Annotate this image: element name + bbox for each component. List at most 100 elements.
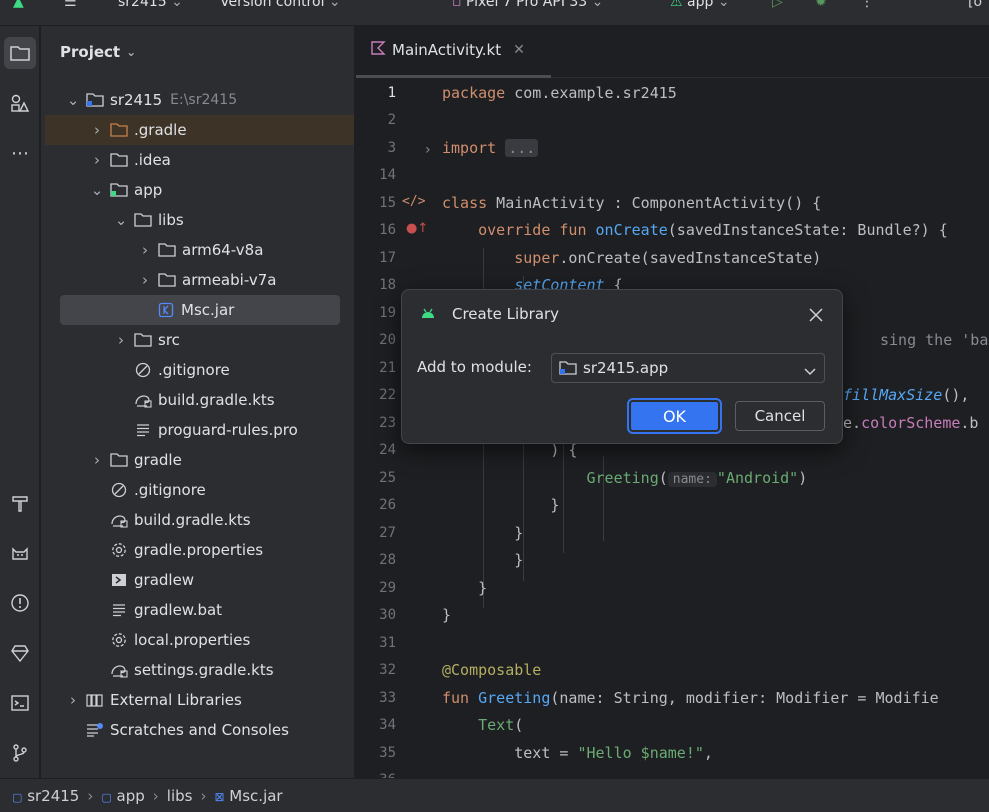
chevron-down-icon: ⌄ — [114, 211, 128, 229]
device-selector[interactable]: ▫ Pixel 7 Pro API 33 ⌄ — [452, 0, 603, 10]
fold-expand-icon[interactable]: › — [425, 142, 431, 158]
tree-item-src[interactable]: › src — [45, 325, 354, 355]
chevron-right-icon: › — [142, 241, 148, 259]
line-number: 30 — [379, 607, 396, 623]
terminal-button[interactable] — [4, 687, 36, 719]
tree-item-scratches[interactable]: Scratches and Consoles — [45, 715, 354, 745]
tree-item-root-gitignore[interactable]: .gitignore — [45, 475, 354, 505]
android-icon — [420, 306, 436, 324]
close-icon[interactable]: ✕ — [513, 42, 525, 58]
code-line-1: package com.example.sr2415 — [442, 84, 677, 102]
script-file-icon — [109, 571, 129, 589]
navigation-bar: ▢ sr2415 › ▢ app › libs › ⊠ Msc.jar — [0, 778, 989, 812]
code-line-3: import ... — [442, 139, 539, 157]
line-number: 32 — [379, 662, 396, 678]
tree-item-external-libraries[interactable]: › External Libraries — [45, 685, 354, 715]
code-line-22-fragment: fillMaxSize(), — [843, 386, 970, 404]
line-number: 14 — [379, 167, 396, 183]
settings-file-icon — [109, 541, 129, 559]
create-library-dialog: Create Library Add to module: sr2415.app… — [401, 289, 843, 444]
folded-imports[interactable]: ... — [505, 139, 539, 157]
tree-item-idea[interactable]: › .idea — [45, 145, 354, 175]
breadcrumb-sr2415[interactable]: ▢ sr2415 — [12, 787, 79, 805]
run-icon[interactable]: ▷ — [772, 0, 783, 10]
tree-item-arm64[interactable]: › arm64-v8a — [45, 235, 354, 265]
line-number: 33 — [379, 690, 396, 706]
override-marker-icon[interactable]: ●↑ — [406, 221, 428, 236]
tree-item-gradlew[interactable]: gradlew — [45, 565, 354, 595]
logcat-button[interactable] — [4, 537, 36, 569]
debug-icon[interactable]: ✹ — [815, 0, 827, 10]
terminal-icon — [11, 695, 29, 711]
resource-manager-button[interactable] — [4, 87, 36, 119]
run-config-selector[interactable]: ⚠ app ⌄ — [670, 0, 730, 10]
more-tool-windows-button[interactable]: ⋯ — [4, 137, 36, 169]
project-tool-button[interactable] — [4, 37, 36, 69]
line-number: 29 — [379, 580, 396, 596]
project-widget[interactable]: sr2415 ⌄ — [118, 0, 183, 10]
project-panel-header[interactable]: Project ⌄ — [60, 43, 136, 61]
version-control-button[interactable] — [4, 737, 36, 769]
tree-item-armeabi[interactable]: › armeabi-v7a — [45, 265, 354, 295]
tree-item-proguard[interactable]: proguard-rules.pro — [45, 415, 354, 445]
tree-item-local-properties[interactable]: local.properties — [45, 625, 354, 655]
kotlin-file-icon — [370, 40, 386, 60]
breadcrumb-msc-jar[interactable]: ⊠ Msc.jar — [214, 787, 282, 805]
close-icon[interactable] — [807, 306, 825, 324]
tree-item-root-build-gradle[interactable]: build.gradle.kts — [45, 505, 354, 535]
folder-icon — [133, 331, 153, 349]
more-actions-icon[interactable]: ⋮ — [860, 0, 874, 10]
app-quality-button[interactable] — [4, 637, 36, 669]
vcs-widget[interactable]: Version control ⌄ — [220, 0, 341, 10]
device-manager-icon[interactable]: [o — [968, 0, 982, 10]
chevron-right-icon: › — [87, 786, 94, 805]
line-number: 17 — [379, 250, 396, 266]
jar-icon: ⊠ — [214, 789, 225, 804]
tree-item-gradle[interactable]: › gradle — [45, 445, 354, 475]
chevron-down-icon: ⌄ — [66, 91, 80, 109]
ok-button[interactable]: OK — [627, 398, 722, 434]
chevron-right-icon: › — [94, 451, 100, 469]
ignore-file-icon — [133, 361, 153, 379]
module-select[interactable]: sr2415.app — [551, 353, 825, 383]
line-number: 18 — [379, 277, 396, 293]
chevron-right-icon: › — [94, 121, 100, 139]
line-number: 24 — [379, 442, 396, 458]
tree-item-app-build-gradle[interactable]: build.gradle.kts — [45, 385, 354, 415]
code-line-25: Greeting(name: "Android") — [586, 469, 808, 487]
tree-item-gradle-dir[interactable]: › .gradle — [45, 115, 354, 145]
build-button[interactable] — [4, 487, 36, 519]
tree-item-msc-jar[interactable]: Msc.jar — [60, 295, 340, 325]
cancel-button[interactable]: Cancel — [735, 401, 825, 431]
module-icon: ▢ — [101, 790, 112, 804]
scratches-icon — [85, 721, 105, 739]
code-line-33: fun Greeting(name: String, modifier: Mod… — [442, 689, 939, 707]
line-number: 27 — [379, 525, 396, 541]
gem-icon — [11, 645, 29, 663]
line-number: 22 — [379, 387, 396, 403]
tab-mainactivity[interactable]: MainActivity.kt ✕ — [370, 40, 525, 60]
tree-item-sr2415[interactable]: ⌄ sr2415 E:\sr2415 — [45, 85, 354, 115]
tree-item-app[interactable]: ⌄ app — [45, 175, 354, 205]
line-number: 16 — [379, 222, 396, 238]
android-logo-icon: ▲ — [13, 0, 24, 10]
code-line-34: Text( — [478, 716, 524, 734]
breadcrumb-libs[interactable]: libs — [167, 787, 193, 805]
logcat-icon — [12, 547, 28, 560]
chevron-down-icon — [804, 362, 816, 380]
breadcrumb-app[interactable]: ▢ app — [101, 787, 144, 805]
tree-item-settings-gradle[interactable]: settings.gradle.kts — [45, 655, 354, 685]
active-tab-indicator — [356, 75, 551, 78]
activity-marker-icon[interactable]: </> — [402, 194, 425, 209]
tree-item-gradlew-bat[interactable]: gradlew.bat — [45, 595, 354, 625]
tree-item-gradle-properties[interactable]: gradle.properties — [45, 535, 354, 565]
code-line-15: class MainActivity : ComponentActivity()… — [442, 194, 822, 212]
problems-button[interactable] — [4, 587, 36, 619]
main-menu-icon[interactable]: ☰ — [64, 0, 77, 10]
tree-item-libs[interactable]: ⌄ libs — [45, 205, 354, 235]
libraries-icon — [85, 691, 105, 709]
parameter-hint: name: — [667, 472, 717, 487]
tree-item-app-gitignore[interactable]: .gitignore — [45, 355, 354, 385]
line-number: 1 — [387, 85, 396, 101]
line-number: 3 — [387, 140, 396, 156]
